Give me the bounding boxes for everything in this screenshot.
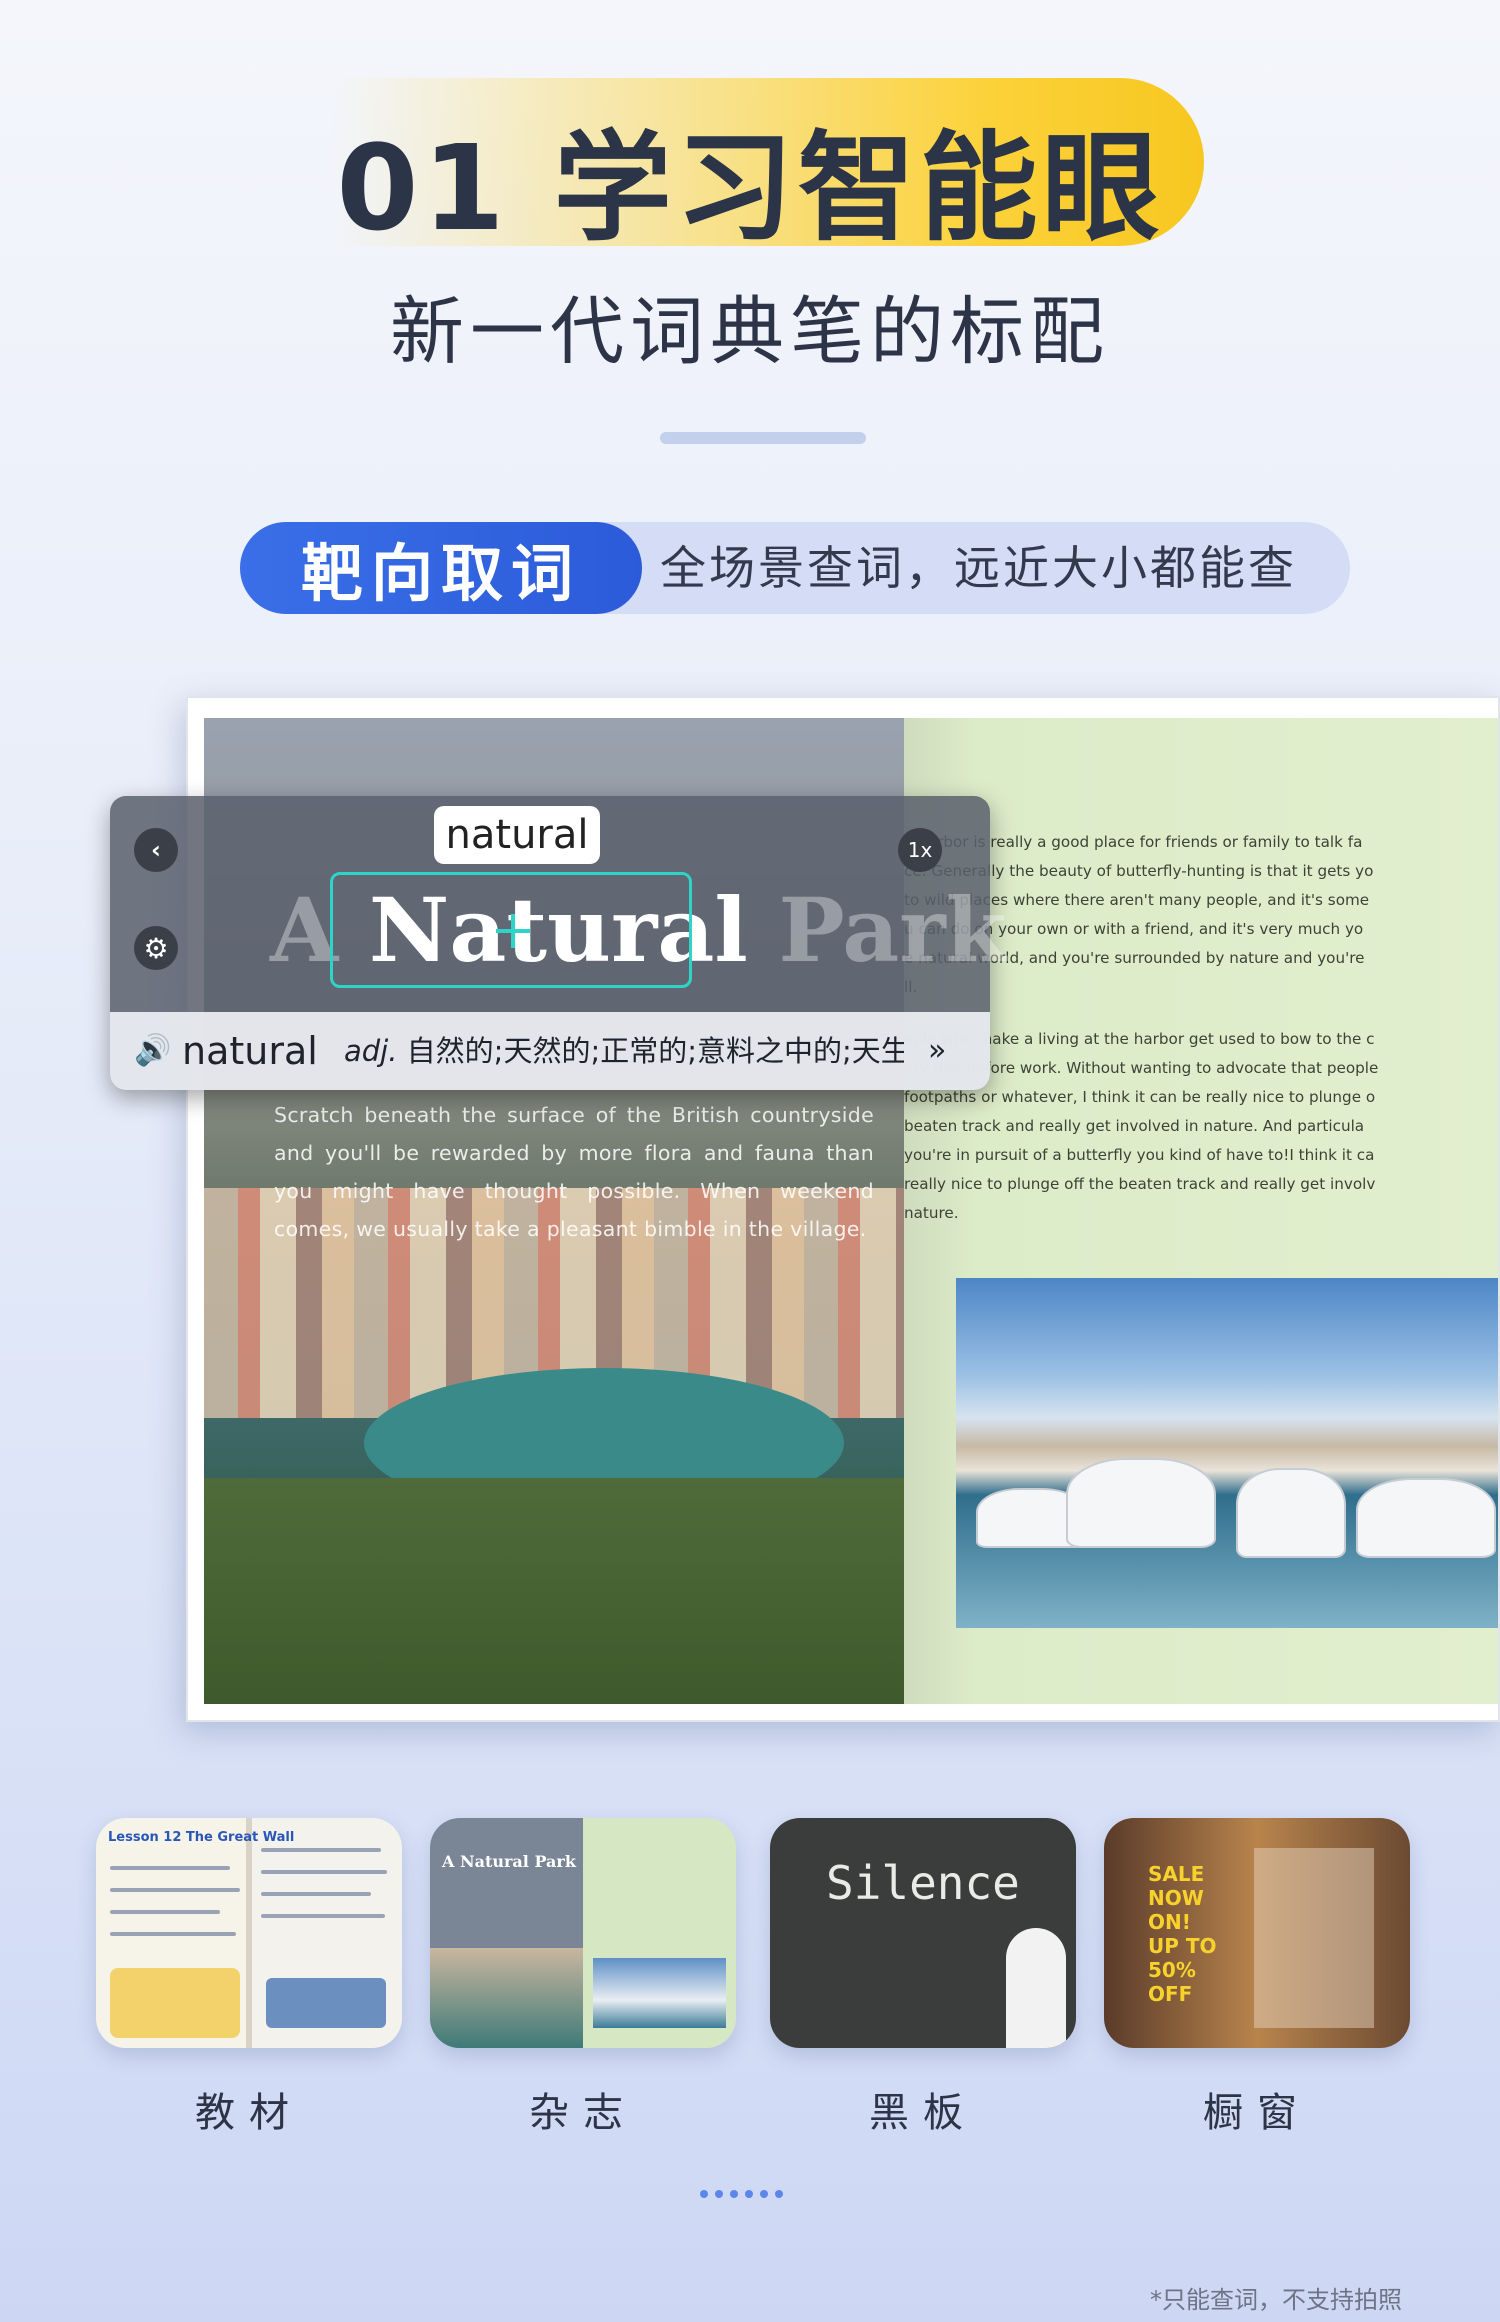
right-page-line: nature.	[904, 1204, 959, 1222]
right-page-line: you're in pursuit of a butterfly you kin…	[904, 1146, 1375, 1164]
right-page-line: footpaths or whatever, I think it can be…	[904, 1088, 1376, 1106]
scene-blackboard[interactable]: Silence	[770, 1818, 1076, 2048]
left-page-grass	[204, 1478, 904, 1704]
boat	[1066, 1458, 1216, 1548]
double-chevron-right-icon[interactable]: »	[928, 1012, 946, 1090]
scene-label-blackboard: 黑板	[869, 2090, 977, 2136]
footnote: *只能查词，不支持拍照	[1150, 2286, 1402, 2314]
scene-caption: Lesson 12 The Great Wall	[108, 1830, 295, 1845]
right-page-line: ople who make a living at the harbor get…	[904, 1030, 1375, 1048]
crosshair-icon	[511, 914, 515, 948]
landscape-thumb	[266, 1978, 386, 2028]
teacher-figure	[1006, 1928, 1066, 2048]
boat	[1356, 1478, 1496, 1558]
right-page-line: beaten track and really get involved in …	[904, 1117, 1365, 1135]
feature-tag-label: 靶向取词	[240, 522, 642, 614]
right-page-line: ery day before work. Without wanting to …	[904, 1059, 1379, 1077]
result-word: natural	[182, 1029, 318, 1073]
pagination-dots	[700, 2190, 783, 2198]
result-definition: adj. 自然的;天然的;正常的;意料之中的;天生...	[344, 1012, 904, 1090]
gear-icon: ⚙	[143, 931, 169, 965]
magazine-photo	[593, 1958, 726, 2028]
page-subtitle: 新一代词典笔的标配	[390, 289, 1110, 375]
scene-label-magazine: 杂志	[529, 2090, 637, 2136]
book-right-page: e harbor is really a good place for frie…	[904, 718, 1498, 1704]
feature-tag-description: 全场景查词，远近大小都能查	[660, 541, 1297, 595]
scene-label-shop-window: 橱窗	[1203, 2090, 1311, 2136]
part-of-speech: adj.	[344, 1034, 398, 1068]
right-page-line: e harbor is really a good place for frie…	[904, 833, 1363, 851]
zoom-level: 1x	[907, 838, 933, 862]
settings-button[interactable]: ⚙	[134, 926, 178, 970]
left-page-paragraph: Scratch beneath the surface of the Briti…	[274, 1103, 874, 1241]
scan-suffix: Park	[747, 878, 1007, 982]
right-page-line: really nice to plunge off the beaten tra…	[904, 1175, 1376, 1193]
chevron-left-icon: ‹	[151, 836, 161, 864]
scene-textbook[interactable]: Lesson 12 The Great Wall	[96, 1818, 402, 2048]
right-page-harbor-photo	[956, 1278, 1498, 1628]
boat	[1236, 1468, 1346, 1558]
scene-label-textbook: 教材	[195, 2090, 303, 2136]
speaker-icon[interactable]: 🔊	[134, 1012, 171, 1090]
scene-caption: A Natural Park	[442, 1852, 576, 1871]
captured-word-chip: natural	[434, 806, 600, 864]
cartoon-figures	[110, 1968, 240, 2038]
section-divider	[660, 432, 866, 444]
magazine-photo	[430, 1948, 583, 2048]
back-button[interactable]: ‹	[134, 828, 178, 872]
page-title: 01 学习智能眼	[336, 119, 1164, 257]
scene-caption: Silence	[826, 1856, 1020, 1910]
scene-magazine[interactable]: A Natural Park	[430, 1818, 736, 2048]
scene-caption: SALE NOW ON! UP TO 50% OFF	[1148, 1862, 1217, 2006]
window-display	[1254, 1848, 1374, 2028]
zoom-button[interactable]: 1x	[898, 828, 942, 872]
definition-text: 自然的;天然的;正常的;意料之中的;天生...	[397, 1034, 904, 1068]
scene-shop-window[interactable]: SALE NOW ON! UP TO 50% OFF	[1104, 1818, 1410, 2048]
